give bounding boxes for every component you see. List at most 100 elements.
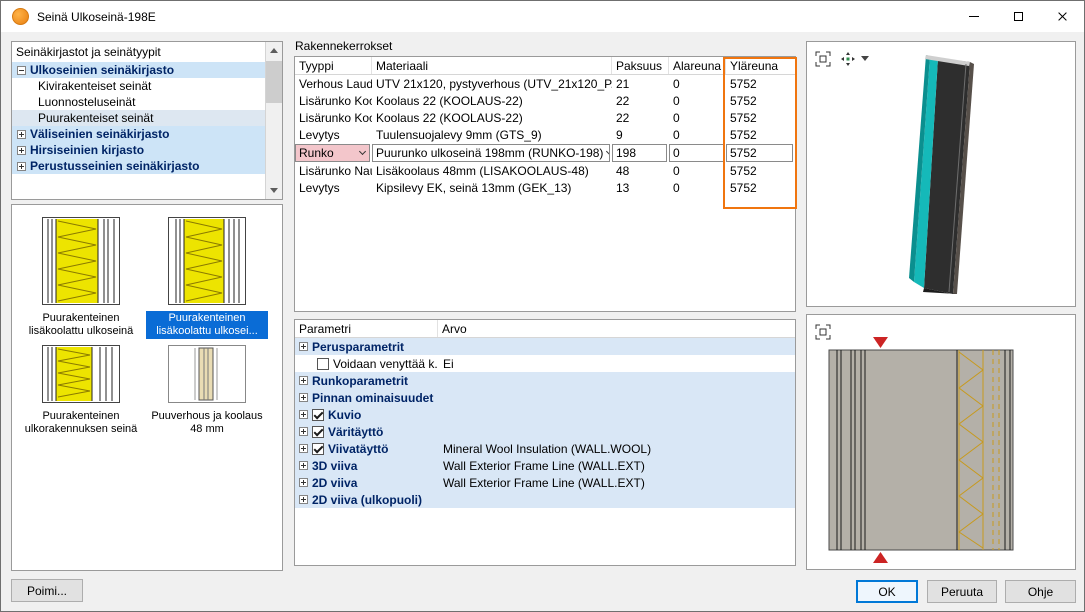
layer-row[interactable]: Lisärunko Koola... Koolaus 22 (KOOLAUS-2… — [295, 109, 795, 126]
param-label: Väritäyttö — [328, 425, 383, 439]
collapse-icon[interactable] — [17, 66, 26, 75]
layer-material: Koolaus 22 (KOOLAUS-22) — [372, 94, 612, 108]
tree-item-hirsiseinien-kirjasto[interactable]: Hirsiseinien kirjasto — [12, 142, 265, 158]
layer-top-edge: 5752 — [726, 181, 795, 195]
layer-row[interactable]: Lisärunko Naula... Lisäkoolaus 48mm (LIS… — [295, 162, 795, 179]
preview-3d-panel — [806, 41, 1076, 307]
tree-item-luonnosteluseinat[interactable]: Luonnosteluseinät — [12, 94, 265, 110]
ok-button[interactable]: OK — [856, 580, 918, 603]
expand-icon[interactable] — [299, 393, 308, 402]
close-button[interactable] — [1040, 1, 1084, 32]
layer-row[interactable]: Levytys Kipsilevy EK, seinä 13mm (GEK_13… — [295, 179, 795, 196]
help-button[interactable]: Ohje — [1005, 580, 1076, 603]
scroll-down-icon[interactable] — [266, 182, 282, 199]
scrollbar-track[interactable] — [266, 59, 282, 182]
wall-type-thumbnail-selected[interactable]: Puurakenteinen lisäkoolattu ulkosei... — [146, 217, 268, 339]
expand-icon[interactable] — [299, 342, 308, 351]
param-value: Wall Exterior Frame Line (WALL.EXT) — [438, 459, 795, 473]
wall-type-thumbnail[interactable]: Puurakenteinen lisäkoolattu ulkoseinä — [20, 217, 142, 339]
wall-type-gallery: Puurakenteinen lisäkoolattu ulkoseinä Pu… — [11, 204, 283, 571]
expand-icon[interactable] — [299, 478, 308, 487]
bottom-edge-input[interactable] — [669, 144, 724, 162]
param-row-2d-viiva[interactable]: 2D viiva Wall Exterior Frame Line (WALL.… — [295, 474, 795, 491]
checkbox-checked-icon[interactable] — [312, 443, 324, 455]
layer-bottom-edge: 0 — [669, 77, 726, 91]
layer-row[interactable]: Levytys Tuulensuojalevy 9mm (GTS_9) 9 0 … — [295, 126, 795, 143]
window-title: Seinä Ulkoseinä-198E — [37, 10, 156, 24]
tree-item-valiseinien-seinakirjasto[interactable]: Väliseinien seinäkirjasto — [12, 126, 265, 142]
tree-scrollbar[interactable] — [265, 42, 282, 199]
maximize-button[interactable] — [996, 1, 1040, 32]
param-row-3d-viiva[interactable]: 3D viiva Wall Exterior Frame Line (WALL.… — [295, 457, 795, 474]
column-header-alareuna[interactable]: Alareuna — [669, 57, 726, 74]
expand-icon[interactable] — [299, 410, 308, 419]
layer-material: Tuulensuojalevy 9mm (GTS_9) — [372, 128, 612, 142]
layer-row[interactable]: Lisärunko Koola... Koolaus 22 (KOOLAUS-2… — [295, 92, 795, 109]
expand-icon[interactable] — [299, 495, 308, 504]
wall-section-thumbnail-image — [168, 217, 246, 305]
zoom-extents-icon[interactable] — [812, 321, 834, 343]
minimize-button[interactable] — [952, 1, 996, 32]
param-row-perusparametrit[interactable]: Perusparametrit — [295, 338, 795, 355]
column-header-ylareuna[interactable]: Yläreuna — [726, 57, 795, 74]
param-row-runkoparametrit[interactable]: Runkoparametrit — [295, 372, 795, 389]
thickness-input[interactable] — [612, 144, 667, 162]
layer-type-dropdown[interactable]: Runko — [295, 144, 370, 162]
scrollbar-thumb[interactable] — [266, 61, 282, 103]
tree-item-label: Luonnosteluseinät — [38, 95, 135, 109]
param-row-varitaytto[interactable]: Väritäyttö — [295, 423, 795, 440]
checkbox-unchecked-icon[interactable] — [317, 358, 329, 370]
material-dropdown[interactable]: Puurunko ulkoseinä 198mm (RUNKO-198) — [372, 144, 610, 162]
expand-icon[interactable] — [299, 461, 308, 470]
expand-icon[interactable] — [299, 427, 308, 436]
column-header-arvo[interactable]: Arvo — [438, 320, 795, 337]
wall-type-thumbnail[interactable]: Puurakenteinen ulkorakennuksen seinä — [20, 345, 142, 437]
checkbox-checked-icon[interactable] — [312, 409, 324, 421]
layer-row[interactable]: Verhous Laudoit... UTV 21x120, pystyverh… — [295, 75, 795, 92]
top-edge-input[interactable] — [726, 144, 793, 162]
column-header-tyyppi[interactable]: Tyyppi — [295, 57, 372, 74]
tree-item-kivirakenteiset-seinat[interactable]: Kivirakenteiset seinät — [12, 78, 265, 94]
close-icon — [1057, 11, 1068, 22]
column-header-paksuus[interactable]: Paksuus — [612, 57, 669, 74]
wall-section-thumbnail-image — [168, 345, 246, 403]
checkbox-checked-icon[interactable] — [312, 426, 324, 438]
column-header-parametri[interactable]: Parametri — [295, 320, 438, 337]
param-label: Runkoparametrit — [312, 374, 408, 388]
wall-section-view[interactable] — [807, 315, 1075, 569]
param-label: 2D viiva — [312, 476, 357, 490]
expand-icon[interactable] — [17, 146, 26, 155]
cancel-button[interactable]: Peruuta — [927, 580, 997, 603]
layer-material: Koolaus 22 (KOOLAUS-22) — [372, 111, 612, 125]
layer-type: Lisärunko Naula... — [295, 164, 372, 178]
layers-table-header: Tyyppi Materiaali Paksuus Alareuna Yläre… — [295, 57, 795, 75]
param-row-pinnan-ominaisuudet[interactable]: Pinnan ominaisuudet — [295, 389, 795, 406]
tree-item-label: Ulkoseinien seinäkirjasto — [30, 63, 174, 77]
layer-thickness: 13 — [612, 181, 669, 195]
expand-icon[interactable] — [17, 130, 26, 139]
wall-type-thumbnail[interactable]: Puuverhous ja koolaus 48 mm — [146, 345, 268, 437]
column-header-materiaali[interactable]: Materiaali — [372, 57, 612, 74]
dropdown-chevron-icon[interactable] — [861, 56, 869, 61]
tree-item-ulkoseinien-seinakirjasto[interactable]: Ulkoseinien seinäkirjasto — [12, 62, 265, 78]
expand-icon[interactable] — [299, 376, 308, 385]
tree-item-perustusseinien-seinakirjasto[interactable]: Perustusseinien seinäkirjasto — [12, 158, 265, 174]
wall-type-label: Puurakenteinen lisäkoolattu ulkosei... — [146, 311, 268, 339]
layer-type-dropdown-value: Runko — [299, 146, 334, 160]
expand-icon[interactable] — [17, 162, 26, 171]
param-row-viivataytto[interactable]: Viivatäyttö Mineral Wool Insulation (WAL… — [295, 440, 795, 457]
tree-item-puurakenteiset-seinat[interactable]: Puurakenteiset seinät — [12, 110, 265, 126]
param-row-voidaan-venyttaa[interactable]: Voidaan venyttää k... Ei — [295, 355, 795, 372]
layer-type: Levytys — [295, 181, 372, 195]
pan-icon[interactable] — [837, 48, 859, 70]
layer-type: Levytys — [295, 128, 372, 142]
param-row-kuvio[interactable]: Kuvio — [295, 406, 795, 423]
wall-3d-view[interactable] — [807, 42, 1075, 306]
chevron-down-icon — [606, 148, 610, 155]
scroll-up-icon[interactable] — [266, 42, 282, 59]
param-value: Wall Exterior Frame Line (WALL.EXT) — [438, 476, 795, 490]
expand-icon[interactable] — [299, 444, 308, 453]
zoom-extents-icon[interactable] — [812, 48, 834, 70]
param-row-2d-viiva-ulkopuoli[interactable]: 2D viiva (ulkopuoli) — [295, 491, 795, 508]
pick-button[interactable]: Poimi... — [11, 579, 83, 602]
